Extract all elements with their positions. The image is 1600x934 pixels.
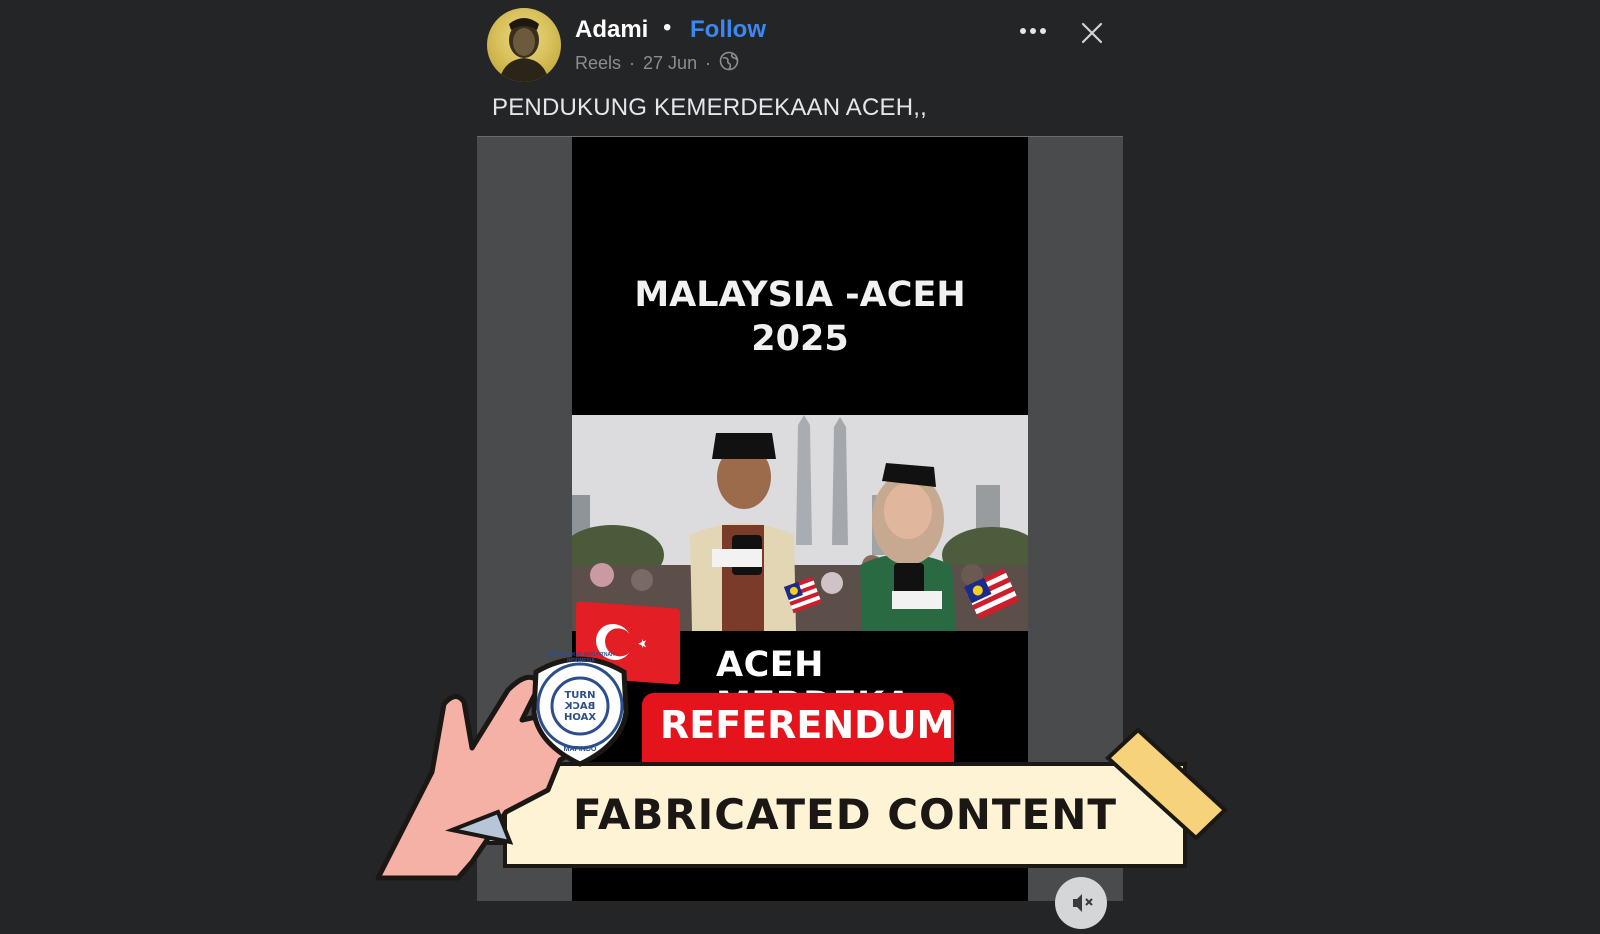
follow-button[interactable]: Follow (690, 16, 766, 44)
globe-icon (719, 51, 739, 76)
more-options-button[interactable] (1013, 18, 1053, 44)
meta-dot: · (629, 53, 636, 73)
post-header: Adami • Follow Reels · 27 Jun · (487, 8, 1107, 84)
avatar[interactable] (487, 8, 561, 82)
post-type: Reels (575, 53, 622, 73)
mute-icon (1073, 894, 1093, 912)
separator-dot: • (663, 14, 672, 41)
referendum-text: REFERENDUM (660, 703, 955, 747)
fabricated-content-label: FABRICATED CONTENT (572, 789, 1118, 839)
video-title-line1: MALAYSIA -ACEH (634, 275, 966, 315)
badge-center-text: TURN BACK HOAX (564, 690, 597, 723)
post-date[interactable]: 27 Jun (643, 53, 697, 74)
author-name[interactable]: Adami (575, 16, 648, 44)
mute-button[interactable] (1055, 877, 1107, 929)
video-scene-image (572, 415, 1028, 631)
close-button[interactable] (1079, 20, 1105, 46)
meta-dot: · (705, 53, 712, 73)
close-icon (1081, 22, 1103, 44)
post-caption: PENDUKUNG KEMERDEKAAN ACEH,, (492, 94, 928, 121)
badge-bottom-text: MAFINDO (563, 746, 597, 753)
post-meta: Reels · 27 Jun · (575, 51, 739, 76)
video-title: MALAYSIA -ACEH 2025 (572, 273, 1028, 361)
more-horizontal-icon (1020, 28, 1026, 34)
badge-ring-text: MASYARAKAT ANTI FITNAH INDONESIA (547, 652, 615, 664)
turkey-flag-image (576, 601, 680, 685)
video-title-line2: 2025 (751, 319, 849, 359)
